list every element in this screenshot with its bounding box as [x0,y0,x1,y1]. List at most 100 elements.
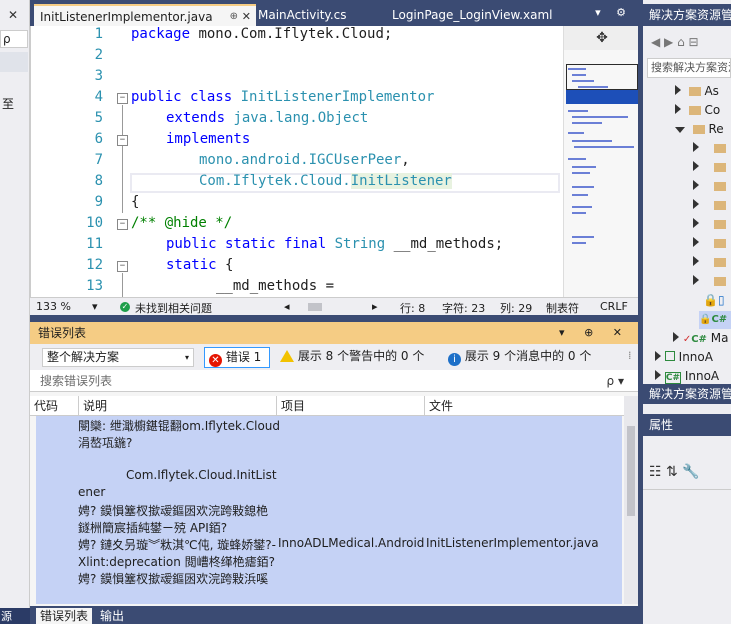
close-icon[interactable]: ✕ [8,8,18,22]
code-editor[interactable]: 1 2 3 4 5 6 7 8 9 10 11 12 13 − − − − pa… [30,26,638,297]
issues-status[interactable]: 未找到相关问题 [135,300,212,316]
keyword: extends [166,110,226,126]
tab-error-list[interactable]: 错误列表 [36,608,93,624]
scroll-right-icon[interactable]: ▸ [372,300,378,313]
solution-search-input[interactable]: 搜索解决方案资源管理器 [647,58,731,78]
horizontal-scroll-thumb[interactable] [308,303,322,311]
code-minimap[interactable]: ✥ [563,26,638,297]
folder-icon [714,163,727,172]
type-name: Com.Iflytek.Cloud. [199,173,351,189]
tree-project-innoa[interactable]: C# InnoA [655,369,719,384]
tree-file-locked[interactable]: 🔒▯ [703,293,725,307]
line-number: 8 [94,173,103,189]
tree-file-selected[interactable]: 🔒C# [699,311,731,329]
tree-subfolder[interactable] [693,236,727,250]
messages-filter-button[interactable]: i 展示 9 个消息中的 0 个 [444,347,604,368]
close-icon[interactable]: ✕ [242,6,251,28]
code-text: , [401,152,410,168]
zoom-level[interactable]: 133 % [36,300,71,313]
solution-explorer-tab[interactable]: 解决方案资源管理器 [643,384,731,404]
properties-body [643,490,731,624]
line-ending[interactable]: CRLF [600,300,628,313]
tree-item-label: Co [704,103,721,117]
column-code[interactable]: 代码 [30,396,58,416]
properties-toolbar-icons[interactable]: ☷ ⇅ 🔧 [649,464,700,480]
indent-mode[interactable]: 制表符 [546,300,579,316]
minimap-line [572,122,602,124]
fold-toggle-icon[interactable]: − [117,261,128,272]
expand-icon[interactable] [693,256,699,266]
left-selected-row[interactable] [0,52,28,72]
column-project[interactable]: 项目 [276,396,305,416]
fold-toggle-icon[interactable]: − [117,93,128,104]
overflow-icon[interactable]: ⁞ [628,349,632,362]
tree-item-resources[interactable]: Re [675,122,724,136]
chevron-down-icon[interactable]: ▾ [92,300,98,313]
search-icon[interactable]: ρ ▾ [607,370,624,392]
scope-dropdown[interactable]: 整个解决方案 ▾ [42,348,194,367]
error-list-scrollbar[interactable] [624,396,638,604]
messages-filter-label: 展示 9 个消息中的 0 个 [464,349,592,363]
expand-icon[interactable] [693,218,699,228]
tree-subfolder[interactable] [693,274,727,288]
expand-icon[interactable] [675,85,681,95]
expand-icon[interactable] [693,142,699,152]
char-indicator[interactable]: 字符: 23 [442,300,485,316]
error-row-selected[interactable]: 閿欒: 绁濈櫥鍖锟翻om.Iflytek.Cloud 涓嶅瓨鍦? Com.Ifl… [36,416,622,604]
folder-icon [688,87,701,96]
bottom-panel-tabs: 错误列表 输出 [30,606,638,624]
line-indicator[interactable]: 行: 8 [400,300,425,316]
folder-icon [714,239,727,248]
panel-window-icons[interactable]: ▾ ⊕ ✕ [559,322,630,344]
tab-loginpage-loginview[interactable]: LoginPage_LoginView.xaml [386,4,586,26]
code-text: mono.Com.Iflytek.Cloud; [190,26,393,42]
expand-icon[interactable] [655,351,661,361]
column-description[interactable]: 说明 [78,396,107,416]
fold-toggle-icon[interactable]: − [117,219,128,230]
minimap-line [572,80,594,82]
column-file[interactable]: 文件 [424,396,453,416]
fold-toggle-icon[interactable]: − [117,135,128,146]
toolbar-icons[interactable]: ◀ ▶ ⌂ ⊟ [651,35,699,49]
folder-icon [714,201,727,210]
solution-explorer-title: 解决方案资源管理器 [643,4,731,26]
expand-icon[interactable] [693,237,699,247]
tree-subfolder[interactable] [693,141,727,155]
expand-icon[interactable] [693,180,699,190]
warnings-filter-button[interactable]: 展示 8 个警告中的 0 个 [276,347,438,368]
tab-mainactivity[interactable]: MainActivity.cs [252,4,382,26]
tab-output[interactable]: 输出 [96,608,128,624]
left-search-input[interactable]: ρ [0,30,28,48]
tree-subfolder[interactable] [693,217,727,231]
errors-filter-button[interactable]: ✕ 错误 1 [204,347,270,368]
expand-icon[interactable] [693,161,699,171]
folder-icon [714,144,727,153]
tab-tools-icons[interactable]: ▾ ⚙ [595,6,632,19]
tree-item-assets[interactable]: As [675,84,719,98]
tree-item-mainactivity[interactable]: ✓C# Ma [673,331,728,345]
file-icon: ▯ [717,293,725,307]
expand-icon[interactable] [693,199,699,209]
tree-subfolder[interactable] [693,160,727,174]
scroll-thumb[interactable] [627,426,635,516]
scroll-left-icon[interactable]: ◂ [284,300,290,313]
pin-icon[interactable]: ⊕ [230,6,238,28]
tree-subfolder[interactable] [693,179,727,193]
error-list-search-input[interactable]: 搜索错误列表 ρ ▾ [30,370,638,392]
split-window-icon[interactable]: ✥ [564,26,638,50]
errors-filter-label: 错误 1 [225,350,262,364]
expand-icon[interactable] [675,104,681,114]
tab-initlistenerimplementor[interactable]: InitListenerImplementor.java ⊕ ✕ [34,4,256,26]
folder-icon [714,277,727,286]
column-indicator[interactable]: 列: 29 [500,300,532,316]
tree-subfolder[interactable] [693,198,727,212]
check-icon: ✓ [682,334,692,345]
tree-subfolder[interactable] [693,255,727,269]
tree-project-innoa-android[interactable]: InnoA [655,350,713,364]
expand-icon[interactable] [673,332,679,342]
collapse-icon[interactable] [675,127,685,133]
expand-icon[interactable] [655,370,661,380]
left-bottom-tab[interactable]: 源 [0,608,30,624]
tree-item-co[interactable]: Co [675,103,720,117]
expand-icon[interactable] [693,275,699,285]
